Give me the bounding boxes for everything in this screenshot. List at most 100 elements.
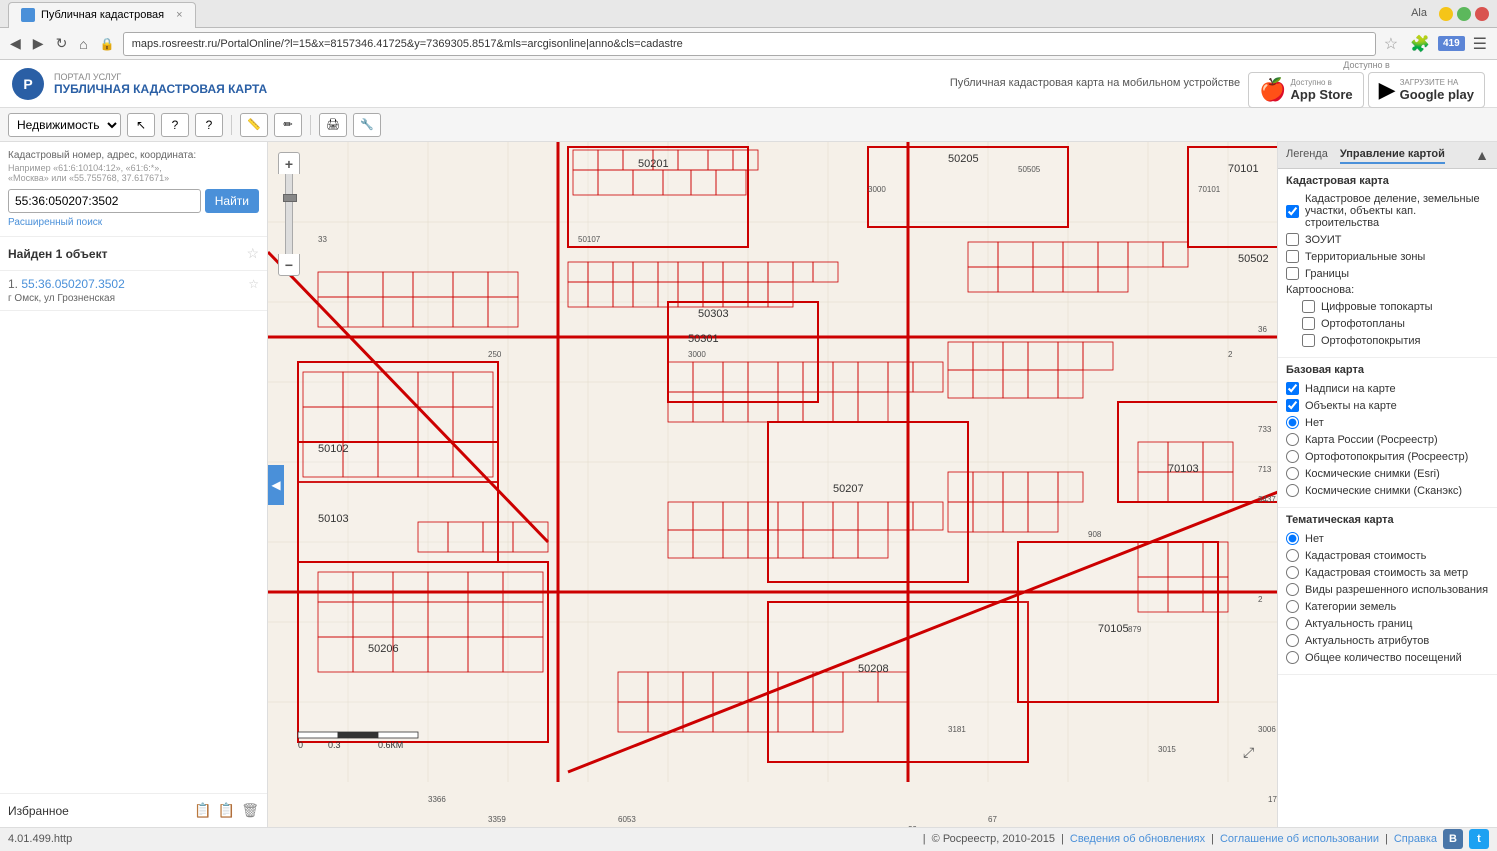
labels-checkbox[interactable]	[1286, 382, 1299, 395]
cadastral-map-section: Кадастровая карта Кадастровое деление, з…	[1278, 169, 1497, 358]
borders-checkbox[interactable]	[1286, 267, 1299, 280]
svg-text:17: 17	[1268, 795, 1277, 804]
thematic-actual-attr-radio[interactable]	[1286, 634, 1299, 647]
collapse-icon[interactable]: ◀	[268, 465, 284, 505]
zoom-in-button[interactable]: +	[278, 152, 300, 174]
google-play-button[interactable]: ▶ ЗАГРУЗИТЕ НА Google play	[1368, 72, 1485, 108]
svg-text:50201: 50201	[638, 158, 669, 170]
svg-text:50205: 50205	[948, 153, 979, 165]
svg-text:250: 250	[488, 350, 502, 359]
svg-text:3015: 3015	[1158, 745, 1176, 754]
print-button[interactable]: 🖨	[319, 113, 347, 137]
thematic-cost-per-meter-radio[interactable]	[1286, 566, 1299, 579]
favorites-export-button[interactable]: 📋	[218, 802, 235, 819]
result-link[interactable]: 55:36.050207.3502	[21, 277, 124, 291]
draw-button[interactable]: ✏	[274, 113, 302, 137]
portal-label: ПОРТАЛ УСЛУГ	[54, 72, 267, 82]
property-type-select[interactable]: НедвижимостьТерриторииГраницы	[8, 113, 121, 137]
window-controls[interactable]: Ala	[1411, 7, 1489, 21]
objects-checkbox[interactable]	[1286, 399, 1299, 412]
forward-button[interactable]: ▶	[29, 33, 48, 54]
close-button[interactable]	[1475, 7, 1489, 21]
twitter-button[interactable]: t	[1469, 829, 1489, 849]
tab-title: Публичная кадастровая	[41, 9, 164, 21]
app-container: Р ПОРТАЛ УСЛУГ ПУБЛИЧНАЯ КАДАСТРОВАЯ КАР…	[0, 60, 1497, 849]
tab-map-control[interactable]: Управление картой	[1340, 146, 1445, 164]
agreement-link[interactable]: Соглашение об использовании	[1220, 833, 1379, 845]
cadastral-division-label: Кадастровое деление, земельныеучастки, о…	[1305, 193, 1489, 229]
thematic-visits-radio[interactable]	[1286, 651, 1299, 664]
favorites-label: Избранное	[8, 804, 188, 818]
orthophotos-item: Ортофотопланы	[1286, 317, 1489, 330]
app-header: Р ПОРТАЛ УСЛУГ ПУБЛИЧНАЯ КАДАСТРОВАЯ КАР…	[0, 60, 1497, 108]
zouit-checkbox[interactable]	[1286, 233, 1299, 246]
svg-text:50301: 50301	[688, 333, 719, 345]
favorites-add-button[interactable]: 📋	[194, 802, 211, 819]
settings-button[interactable]: 🔧	[353, 113, 381, 137]
basemap-russia-radio[interactable]	[1286, 433, 1299, 446]
thematic-cost-radio[interactable]	[1286, 549, 1299, 562]
basemap-ortho-radio[interactable]	[1286, 450, 1299, 463]
zoom-slider-handle[interactable]	[283, 194, 297, 202]
orthocoverage-checkbox[interactable]	[1302, 334, 1315, 347]
svg-text:50102: 50102	[318, 443, 349, 455]
active-tab[interactable]: Публичная кадастровая ×	[8, 2, 196, 28]
info-button[interactable]: ?	[195, 113, 223, 137]
thematic-none-radio[interactable]	[1286, 532, 1299, 545]
menu-icon[interactable]: ☰	[1469, 34, 1491, 54]
map-area[interactable]: 50201 50205 50102 50103 50301 50303 5020…	[268, 142, 1277, 827]
result-star-icon[interactable]: ☆	[248, 277, 259, 291]
thematic-map-title: Тематическая карта	[1286, 514, 1489, 526]
toolbar: НедвижимостьТерриторииГраницы ↖ ? ? 📏 ✏ …	[0, 108, 1497, 142]
labels-label: Надписи на карте	[1305, 383, 1396, 395]
basemap-esri-radio[interactable]	[1286, 467, 1299, 480]
help-button[interactable]: ?	[161, 113, 189, 137]
download-on-label: Доступно в	[1291, 78, 1353, 87]
tab-close-btn[interactable]: ×	[176, 9, 182, 21]
zoom-out-button[interactable]: −	[278, 254, 300, 276]
cursor-tool-button[interactable]: ↖	[127, 113, 155, 137]
territorial-zones-checkbox[interactable]	[1286, 250, 1299, 263]
svg-text:70103: 70103	[1168, 463, 1199, 475]
back-button[interactable]: ◀	[6, 33, 25, 54]
home-button[interactable]: ⌂	[75, 34, 91, 54]
help-link[interactable]: Справка	[1394, 833, 1437, 845]
address-bar[interactable]	[123, 32, 1376, 56]
favorites-delete-button[interactable]: 🗑	[241, 802, 259, 819]
cadastral-division-checkbox[interactable]	[1286, 205, 1299, 218]
maximize-button[interactable]	[1457, 7, 1471, 21]
basemap-scankex-radio[interactable]	[1286, 484, 1299, 497]
thematic-category-radio[interactable]	[1286, 600, 1299, 613]
vk-button[interactable]: В	[1443, 829, 1463, 849]
results-favorite-icon[interactable]: ☆	[246, 245, 259, 262]
refresh-button[interactable]: ↻	[52, 33, 72, 54]
basemap-none-radio[interactable]	[1286, 416, 1299, 429]
map-collapse-button[interactable]: ◀	[268, 465, 284, 505]
navigation-bar: ◀ ▶ ↻ ⌂ 🔒 ☆ 🧩 419 ☰	[0, 28, 1497, 60]
updates-link[interactable]: Сведения об обновлениях	[1070, 833, 1205, 845]
topo-maps-checkbox[interactable]	[1302, 300, 1315, 313]
minimize-button[interactable]	[1439, 7, 1453, 21]
status-right: | © Росреестр, 2010-2015 | Сведения об о…	[923, 829, 1489, 849]
panel-collapse-button[interactable]: ▲	[1475, 147, 1489, 163]
available-label: Доступно в	[1343, 60, 1390, 70]
bookmark-star-icon[interactable]: ☆	[1380, 34, 1402, 54]
svg-text:2: 2	[1228, 350, 1233, 359]
title-bar: Публичная кадастровая × Ala	[0, 0, 1497, 28]
svg-text:2: 2	[1258, 595, 1263, 604]
advanced-search-link[interactable]: Расширенный поиск	[8, 217, 259, 228]
base-map-title: Базовая карта	[1286, 364, 1489, 376]
app-store-button[interactable]: 🍎 Доступно в App Store	[1248, 72, 1364, 108]
search-button[interactable]: Найти	[205, 189, 259, 213]
search-input[interactable]	[8, 189, 201, 213]
google-play-icon: ▶	[1379, 77, 1396, 103]
tab-legend[interactable]: Легенда	[1286, 146, 1328, 164]
orthophotos-checkbox[interactable]	[1302, 317, 1315, 330]
measure-button[interactable]: 📏	[240, 113, 268, 137]
extensions-icon[interactable]: 🧩	[1406, 34, 1434, 54]
toolbar-divider-2	[310, 115, 311, 135]
svg-text:⤢: ⤢	[1243, 744, 1254, 760]
thematic-permitted-radio[interactable]	[1286, 583, 1299, 596]
thematic-actual-borders-radio[interactable]	[1286, 617, 1299, 630]
basemap-scankex-label: Космические снимки (Сканэкс)	[1305, 485, 1462, 497]
